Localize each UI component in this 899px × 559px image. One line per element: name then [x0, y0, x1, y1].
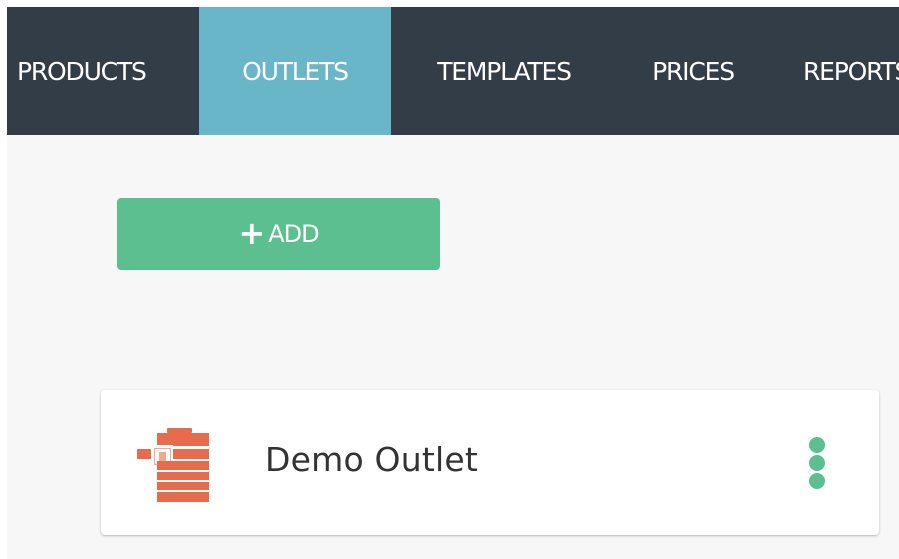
plus-icon: +: [238, 214, 265, 252]
left-edge: [0, 0, 7, 559]
tab-outlets[interactable]: OUTLETS: [199, 7, 391, 135]
outlet-name: Demo Outlet: [265, 440, 478, 479]
add-button-label: ADD: [268, 220, 319, 248]
tab-products[interactable]: PRODUCTS: [7, 7, 199, 135]
tab-prices[interactable]: PRICES: [617, 7, 769, 135]
main-navbar: PRODUCTS OUTLETS TEMPLATES PRICES REPORT…: [7, 7, 899, 135]
printer-icon: [137, 428, 209, 502]
tab-templates[interactable]: TEMPLATES: [391, 7, 617, 135]
more-vertical-icon[interactable]: [799, 432, 835, 494]
add-outlet-button[interactable]: + ADD: [117, 198, 440, 270]
app-page: PRODUCTS OUTLETS TEMPLATES PRICES REPORT…: [0, 0, 899, 559]
top-edge: [0, 0, 899, 7]
tab-reports[interactable]: REPORTS: [769, 7, 899, 135]
outlet-card[interactable]: Demo Outlet: [101, 390, 879, 535]
